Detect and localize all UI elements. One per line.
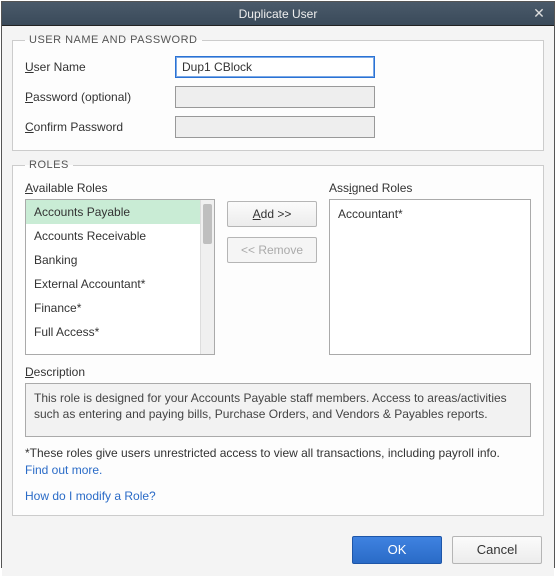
username-password-section: USER NAME AND PASSWORD User Name Passwor… [12,34,544,151]
section-legend-roles: ROLES [25,159,73,171]
ok-button[interactable]: OK [352,536,442,564]
list-item[interactable]: Accountant* [336,204,524,224]
list-item[interactable]: Banking [26,248,200,272]
section-legend-credentials: USER NAME AND PASSWORD [25,34,202,46]
scrollbar[interactable] [200,200,214,354]
cancel-button[interactable]: Cancel [452,536,542,564]
list-item[interactable]: Finance* [26,296,200,320]
confirm-password-label: Confirm Password [25,120,175,134]
roles-grid: Available Roles Accounts Payable Account… [25,181,531,355]
assigned-roles-listbox[interactable]: Accountant* [329,199,531,355]
roles-section: ROLES Available Roles Accounts Payable A… [12,159,544,516]
row-confirm-password: Confirm Password [25,116,531,138]
password-label: Password (optional) [25,90,175,104]
assigned-roles-label: Assigned Roles [329,181,531,195]
row-username: User Name [25,56,531,78]
dialog-title: Duplicate User [239,7,318,21]
available-roles-listbox[interactable]: Accounts Payable Accounts Receivable Ban… [25,199,215,355]
available-roles-column: Available Roles Accounts Payable Account… [25,181,215,355]
row-password: Password (optional) [25,86,531,108]
username-label: User Name [25,60,175,74]
list-item[interactable]: Full Access* [26,320,200,344]
list-item[interactable]: Accounts Receivable [26,224,200,248]
role-transfer-buttons: Add >> << Remove [227,181,317,263]
dialog-body: USER NAME AND PASSWORD User Name Passwor… [2,26,554,526]
add-button[interactable]: Add >> [227,201,317,227]
list-item[interactable]: External Accountant* [26,272,200,296]
description-box: This role is designed for your Accounts … [25,383,531,437]
title-bar: Duplicate User ✕ [2,2,554,26]
description-label: Description [25,365,531,379]
remove-button[interactable]: << Remove [227,237,317,263]
password-input[interactable] [175,86,375,108]
close-icon[interactable]: ✕ [530,4,548,22]
username-input[interactable] [175,56,375,78]
available-roles-label: Available Roles [25,181,215,195]
find-out-more-link[interactable]: Find out more. [25,463,102,477]
assigned-roles-column: Assigned Roles Accountant* [329,181,531,355]
duplicate-user-dialog: Duplicate User ✕ USER NAME AND PASSWORD … [1,1,555,568]
list-item[interactable]: Accounts Payable [26,200,200,224]
dialog-footer: OK Cancel [2,526,554,576]
modify-role-link[interactable]: How do I modify a Role? [25,489,531,503]
scrollbar-thumb[interactable] [203,204,212,244]
confirm-password-input[interactable] [175,116,375,138]
roles-note: *These roles give users unrestricted acc… [25,445,531,479]
